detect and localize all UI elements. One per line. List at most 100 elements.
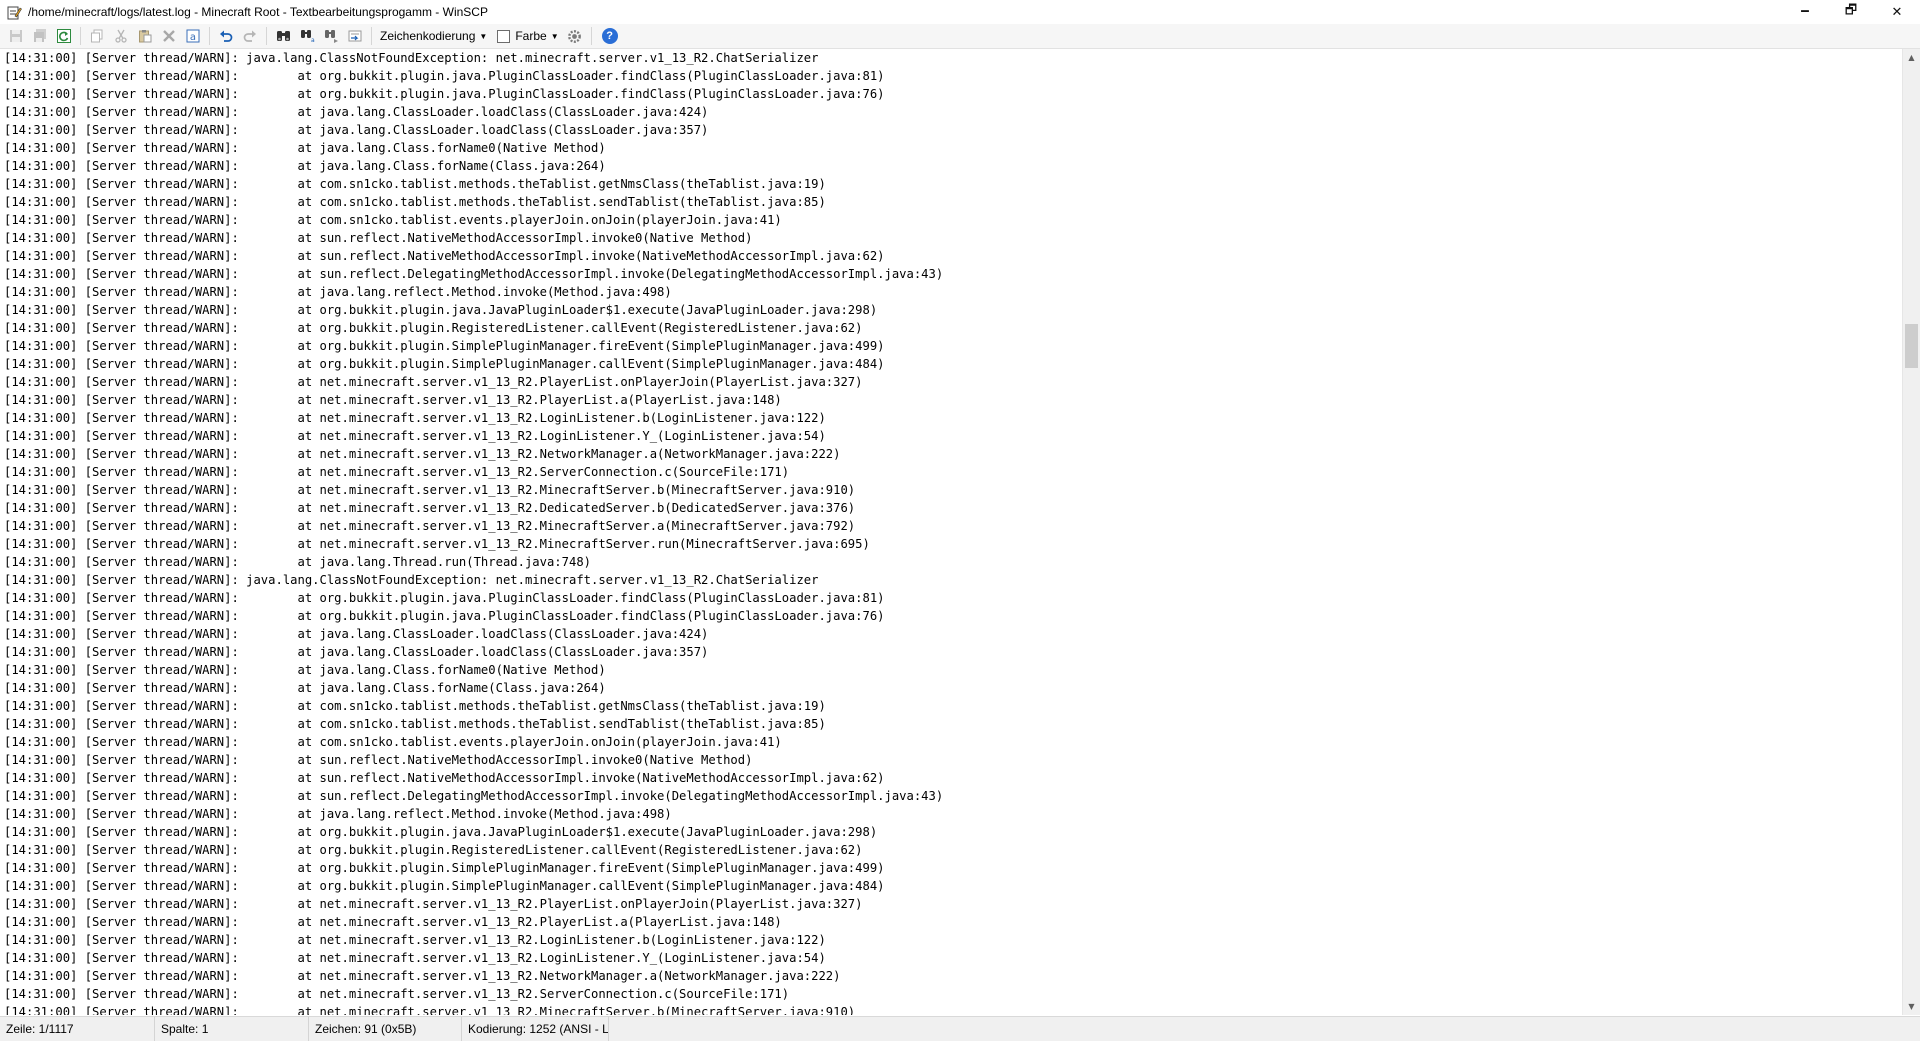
log-line: [14:31:00] [Server thread/WARN]: at java… bbox=[4, 285, 672, 299]
minimize-button[interactable]: 🗕 bbox=[1782, 0, 1828, 24]
select-all-icon[interactable]: a bbox=[182, 25, 204, 47]
help-icon[interactable]: ? bbox=[601, 28, 618, 44]
log-line: [14:31:00] [Server thread/WARN]: at net.… bbox=[4, 375, 863, 389]
svg-text:a: a bbox=[190, 32, 196, 43]
log-line: [14:31:00] [Server thread/WARN]: at net.… bbox=[4, 969, 841, 983]
window-title: /home/minecraft/logs/latest.log - Minecr… bbox=[28, 5, 488, 19]
status-encoding: Kodierung: 1252 (ANSI - La bbox=[462, 1017, 609, 1041]
toolbar-separator bbox=[209, 27, 210, 45]
svg-text:ac: ac bbox=[311, 37, 315, 43]
close-button[interactable]: ✕ bbox=[1874, 0, 1920, 24]
goto-line-icon[interactable] bbox=[344, 25, 366, 47]
log-line: [14:31:00] [Server thread/WARN]: at java… bbox=[4, 141, 606, 155]
vertical-scrollbar[interactable]: ▲ ▼ bbox=[1902, 49, 1920, 1015]
log-line: [14:31:00] [Server thread/WARN]: java.la… bbox=[4, 573, 819, 587]
replace-icon[interactable]: ac bbox=[296, 25, 318, 47]
log-line: [14:31:00] [Server thread/WARN]: at org.… bbox=[4, 609, 885, 623]
log-line: [14:31:00] [Server thread/WARN]: at java… bbox=[4, 645, 709, 659]
log-line: [14:31:00] [Server thread/WARN]: at net.… bbox=[4, 915, 782, 929]
log-line: [14:31:00] [Server thread/WARN]: at org.… bbox=[4, 825, 878, 839]
maximize-button[interactable]: 🗗 bbox=[1828, 0, 1874, 24]
log-line: [14:31:00] [Server thread/WARN]: at net.… bbox=[4, 465, 790, 479]
paste-icon[interactable] bbox=[134, 25, 156, 47]
log-line: [14:31:00] [Server thread/WARN]: at org.… bbox=[4, 861, 885, 875]
save-all-icon[interactable] bbox=[29, 25, 51, 47]
toolbar: a ac Zeichenkodierung ▼ Farbe ▼ ? bbox=[0, 24, 1920, 49]
color-label: Farbe bbox=[515, 29, 547, 43]
log-line: [14:31:00] [Server thread/WARN]: at sun.… bbox=[4, 789, 944, 803]
log-line: [14:31:00] [Server thread/WARN]: at java… bbox=[4, 123, 709, 137]
log-line: [14:31:00] [Server thread/WARN]: at org.… bbox=[4, 69, 885, 83]
log-line: [14:31:00] [Server thread/WARN]: at com.… bbox=[4, 195, 826, 209]
text-editor[interactable]: [14:31:00] [Server thread/WARN]: java.la… bbox=[0, 49, 1903, 1015]
find-icon[interactable] bbox=[272, 25, 294, 47]
title-bar: /home/minecraft/logs/latest.log - Minecr… bbox=[0, 0, 1920, 24]
settings-icon[interactable] bbox=[564, 25, 586, 47]
log-line: [14:31:00] [Server thread/WARN]: at org.… bbox=[4, 843, 863, 857]
log-line: [14:31:00] [Server thread/WARN]: at java… bbox=[4, 663, 606, 677]
log-line: [14:31:00] [Server thread/WARN]: at java… bbox=[4, 807, 672, 821]
log-line: [14:31:00] [Server thread/WARN]: at com.… bbox=[4, 699, 826, 713]
log-line: [14:31:00] [Server thread/WARN]: at java… bbox=[4, 681, 606, 695]
log-line: [14:31:00] [Server thread/WARN]: at sun.… bbox=[4, 753, 753, 767]
log-line: [14:31:00] [Server thread/WARN]: at org.… bbox=[4, 357, 885, 371]
status-column: Spalte: 1 bbox=[155, 1017, 309, 1041]
encoding-dropdown[interactable]: Zeichenkodierung ▼ bbox=[376, 29, 491, 43]
log-line: [14:31:00] [Server thread/WARN]: at net.… bbox=[4, 897, 863, 911]
log-line: [14:31:00] [Server thread/WARN]: at com.… bbox=[4, 735, 782, 749]
minimize-icon: 🗕 bbox=[1800, 3, 1810, 18]
copy-icon[interactable] bbox=[86, 25, 108, 47]
log-line: [14:31:00] [Server thread/WARN]: at net.… bbox=[4, 501, 856, 515]
encoding-dropdown-label: Zeichenkodierung bbox=[380, 29, 476, 43]
chevron-down-icon: ▼ bbox=[550, 31, 559, 41]
log-line: [14:31:00] [Server thread/WARN]: at net.… bbox=[4, 483, 856, 497]
log-line: [14:31:00] [Server thread/WARN]: at net.… bbox=[4, 1005, 856, 1015]
toolbar-separator bbox=[266, 27, 267, 45]
status-chars: Zeichen: 91 (0x5B) bbox=[309, 1017, 462, 1041]
text-editor-icon bbox=[6, 4, 22, 20]
color-checkbox[interactable] bbox=[497, 29, 511, 43]
log-line: [14:31:00] [Server thread/WARN]: at org.… bbox=[4, 339, 885, 353]
find-next-icon[interactable] bbox=[320, 25, 342, 47]
log-line: [14:31:00] [Server thread/WARN]: at net.… bbox=[4, 393, 782, 407]
log-line: [14:31:00] [Server thread/WARN]: at org.… bbox=[4, 303, 878, 317]
log-line: [14:31:00] [Server thread/WARN]: at java… bbox=[4, 159, 606, 173]
log-line: [14:31:00] [Server thread/WARN]: at sun.… bbox=[4, 267, 944, 281]
toolbar-separator bbox=[371, 27, 372, 45]
log-line: [14:31:00] [Server thread/WARN]: at net.… bbox=[4, 429, 826, 443]
log-line: [14:31:00] [Server thread/WARN]: at java… bbox=[4, 627, 709, 641]
log-line: [14:31:00] [Server thread/WARN]: at java… bbox=[4, 105, 709, 119]
log-line: [14:31:00] [Server thread/WARN]: at org.… bbox=[4, 87, 885, 101]
log-line: [14:31:00] [Server thread/WARN]: at com.… bbox=[4, 177, 826, 191]
scroll-up-icon[interactable]: ▲ bbox=[1903, 49, 1920, 66]
log-line: [14:31:00] [Server thread/WARN]: at sun.… bbox=[4, 771, 885, 785]
undo-icon[interactable] bbox=[215, 25, 237, 47]
delete-icon[interactable] bbox=[158, 25, 180, 47]
scroll-down-icon[interactable]: ▼ bbox=[1903, 998, 1920, 1015]
restore-icon: 🗗 bbox=[1844, 3, 1858, 18]
cut-icon[interactable] bbox=[110, 25, 132, 47]
log-line: [14:31:00] [Server thread/WARN]: at net.… bbox=[4, 987, 790, 1001]
log-line: [14:31:00] [Server thread/WARN]: at net.… bbox=[4, 537, 870, 551]
log-line: [14:31:00] [Server thread/WARN]: at org.… bbox=[4, 321, 863, 335]
log-line: [14:31:00] [Server thread/WARN]: at net.… bbox=[4, 411, 826, 425]
log-line: [14:31:00] [Server thread/WARN]: at org.… bbox=[4, 879, 885, 893]
save-icon[interactable] bbox=[5, 25, 27, 47]
reload-icon[interactable] bbox=[53, 25, 75, 47]
log-line: [14:31:00] [Server thread/WARN]: at sun.… bbox=[4, 231, 753, 245]
log-line: [14:31:00] [Server thread/WARN]: at net.… bbox=[4, 933, 826, 947]
color-option[interactable]: Farbe ▼ bbox=[491, 29, 562, 43]
log-line: [14:31:00] [Server thread/WARN]: at com.… bbox=[4, 717, 826, 731]
scrollbar-thumb[interactable] bbox=[1905, 323, 1918, 368]
status-bar: Zeile: 1/1117 Spalte: 1 Zeichen: 91 (0x5… bbox=[0, 1016, 1920, 1041]
log-line: [14:31:00] [Server thread/WARN]: at org.… bbox=[4, 591, 885, 605]
window-controls: 🗕 🗗 ✕ bbox=[1782, 0, 1920, 24]
log-line: [14:31:00] [Server thread/WARN]: at net.… bbox=[4, 519, 856, 533]
status-line: Zeile: 1/1117 bbox=[0, 1017, 155, 1041]
toolbar-separator bbox=[590, 27, 592, 45]
chevron-down-icon: ▼ bbox=[479, 31, 488, 41]
log-line: [14:31:00] [Server thread/WARN]: at net.… bbox=[4, 447, 841, 461]
redo-icon[interactable] bbox=[239, 25, 261, 47]
log-line: [14:31:00] [Server thread/WARN]: java.la… bbox=[4, 51, 819, 65]
log-line: [14:31:00] [Server thread/WARN]: at sun.… bbox=[4, 249, 885, 263]
